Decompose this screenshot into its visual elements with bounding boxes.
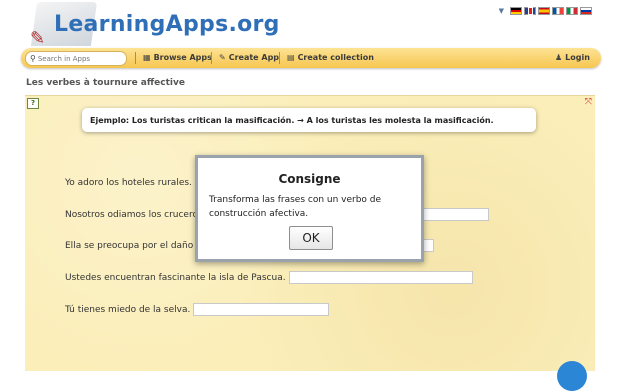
create-app-button[interactable]: ✎ Create App: [219, 53, 279, 62]
example-text: Ejemplo: Los turistas critican la masifi…: [90, 115, 494, 125]
flag-es-icon[interactable]: [538, 7, 550, 15]
exercise-text: Ustedes encuentran fascinante la isla de…: [65, 272, 286, 283]
check-button[interactable]: [557, 361, 587, 391]
language-selector[interactable]: ▼: [499, 7, 592, 15]
exercise-row: Tú tienes miedo de la selva.: [65, 303, 330, 316]
search-icon: ⚲: [30, 54, 36, 63]
create-app-label: Create App: [228, 53, 280, 62]
nav-divider: [135, 52, 136, 64]
dialog-text: Transforma las frases con un verbo de co…: [209, 195, 382, 219]
pencil-icon: ✎: [30, 28, 46, 49]
exercise-text: Tú tienes miedo de la selva.: [65, 304, 191, 315]
nav-divider: [279, 52, 280, 64]
chevron-down-icon[interactable]: ▼: [499, 7, 504, 15]
flag-it-icon[interactable]: [566, 7, 578, 15]
flag-fr-icon[interactable]: [552, 7, 564, 15]
flag-de-icon[interactable]: [510, 7, 522, 15]
ok-button[interactable]: OK: [289, 226, 333, 250]
browse-apps-label: Browse Apps: [153, 53, 212, 62]
navbar: ⚲ ▦ Browse Apps ✎ Create App ▤ Create co…: [21, 48, 601, 68]
create-collection-label: Create collection: [297, 53, 374, 62]
pencil-icon: ✎: [219, 53, 226, 62]
login-label: Login: [565, 53, 590, 62]
page-title: Les verbes à tournure affective: [26, 78, 185, 88]
exercise-text: Yo adoro los hoteles rurales.: [65, 177, 192, 188]
instructions-dialog: Consigne Transforma las frases con un ve…: [195, 155, 424, 262]
answer-input[interactable]: [288, 271, 473, 284]
search-box[interactable]: ⚲: [25, 51, 127, 66]
dialog-title: Consigne: [278, 172, 341, 186]
flag-ru-icon[interactable]: [580, 7, 592, 15]
example-box: Ejemplo: Los turistas critican la masifi…: [82, 108, 536, 132]
user-icon: ♟: [555, 53, 563, 62]
logo-text: LearningApps.org: [54, 12, 280, 37]
answer-input[interactable]: [193, 303, 330, 316]
create-collection-button[interactable]: ▤ Create collection: [287, 53, 374, 62]
fullscreen-icon[interactable]: ⤧: [585, 97, 592, 107]
search-input[interactable]: [37, 53, 116, 64]
flag-gb-icon[interactable]: [524, 7, 536, 15]
grid-icon: ▦: [143, 53, 151, 62]
exercise-text: Ella se preocupa por el daño: [65, 240, 194, 251]
exercise-row: Ustedes encuentran fascinante la isla de…: [65, 271, 473, 284]
nav-divider: [211, 52, 212, 64]
browse-apps-button[interactable]: ▦ Browse Apps: [143, 53, 212, 62]
collection-icon: ▤: [287, 53, 295, 62]
logo[interactable]: ✎ LearningApps.org: [26, 2, 279, 49]
login-button[interactable]: ♟ Login: [555, 53, 590, 62]
help-icon[interactable]: ?: [27, 98, 39, 109]
exercise-text: Nosotros odiamos los cruceros.: [65, 209, 206, 220]
